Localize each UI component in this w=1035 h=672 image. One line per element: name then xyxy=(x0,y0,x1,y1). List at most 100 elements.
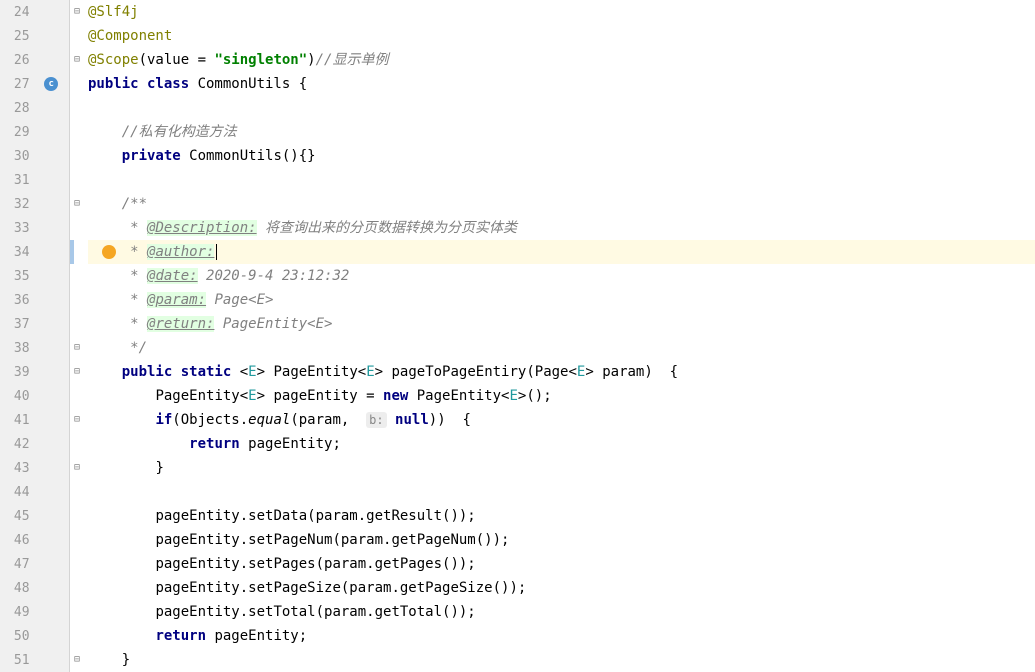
gutter-row[interactable]: 49 xyxy=(0,600,69,624)
code-line[interactable]: pageEntity.setPageNum(param.getPageNum()… xyxy=(88,528,1035,552)
code-line[interactable] xyxy=(88,168,1035,192)
gutter-row[interactable]: 44 xyxy=(0,480,69,504)
gutter: 24252627c28 29 30 31 32 3334353637 38 394041 42 4… xyxy=(0,0,70,672)
token-plain: >(); xyxy=(518,388,552,404)
gutter-row[interactable]: 43 xyxy=(0,456,69,480)
token-plain: > pageEntity = xyxy=(257,388,383,404)
fold-collapse-icon[interactable]: ⊟ xyxy=(72,655,82,665)
modified-marker xyxy=(70,240,74,264)
token-doc-comment: * xyxy=(122,268,147,284)
gutter-row[interactable]: 50 xyxy=(0,624,69,648)
token-plain: } xyxy=(155,460,163,476)
editor-area[interactable]: ⊟@Slf4j@Component⊟@Scope(value = "single… xyxy=(70,0,1035,672)
gutter-row[interactable]: 26 xyxy=(0,48,69,72)
token-doc-comment: 2020-9-4 23:12:32 xyxy=(198,268,350,284)
token-type-param: E xyxy=(248,388,256,404)
line-number: 42 xyxy=(0,437,34,452)
gutter-row[interactable]: 46 xyxy=(0,528,69,552)
gutter-row[interactable]: 47 xyxy=(0,552,69,576)
line-number: 46 xyxy=(0,533,34,548)
gutter-row[interactable]: 45 xyxy=(0,504,69,528)
code-line[interactable]: * @return: PageEntity<E> xyxy=(88,312,1035,336)
intention-bulb-icon[interactable] xyxy=(102,245,116,259)
gutter-row[interactable]: 48 xyxy=(0,576,69,600)
code-line[interactable]: PageEntity<E> pageEntity = new PageEntit… xyxy=(88,384,1035,408)
code-line[interactable]: @Component xyxy=(88,24,1035,48)
code-line[interactable]: ⊟ /** xyxy=(88,192,1035,216)
fold-collapse-icon[interactable]: ⊟ xyxy=(72,415,82,425)
code-line[interactable]: pageEntity.setData(param.getResult()); xyxy=(88,504,1035,528)
gutter-row[interactable]: 39 xyxy=(0,360,69,384)
fold-collapse-icon[interactable]: ⊟ xyxy=(72,7,82,17)
code-line[interactable] xyxy=(88,480,1035,504)
token-kw: if xyxy=(155,412,172,428)
token-doc-comment: /** xyxy=(122,196,147,212)
code-line[interactable]: ⊟ } xyxy=(88,648,1035,672)
fold-collapse-icon[interactable]: ⊟ xyxy=(72,55,82,65)
token-type-param: E xyxy=(248,364,256,380)
code-line[interactable]: ⊟@Slf4j xyxy=(88,0,1035,24)
code-line[interactable]: pageEntity.setTotal(param.getTotal()); xyxy=(88,600,1035,624)
token-plain: > PageEntity< xyxy=(257,364,367,380)
class-gutter-icon[interactable]: c xyxy=(44,77,58,91)
token-plain: > pageToPageEntiry(Page< xyxy=(375,364,577,380)
gutter-row[interactable]: 31 xyxy=(0,168,69,192)
token-doc-tag: @Description: xyxy=(147,220,257,236)
code-line[interactable]: ⊟ public static <E> PageEntity<E> pageTo… xyxy=(88,360,1035,384)
fold-collapse-icon[interactable]: ⊟ xyxy=(72,463,82,473)
token-plain: > param) { xyxy=(585,364,678,380)
gutter-row[interactable]: 33 xyxy=(0,216,69,240)
line-number: 43 xyxy=(0,461,34,476)
gutter-row[interactable]: 30 xyxy=(0,144,69,168)
token-doc-tag: @date: xyxy=(147,268,198,284)
code-line[interactable]: * @Description: 将查询出来的分页数据转换为分页实体类 xyxy=(88,216,1035,240)
code-line[interactable]: * @date: 2020-9-4 23:12:32 xyxy=(88,264,1035,288)
gutter-row[interactable]: 36 xyxy=(0,288,69,312)
code-line[interactable]: //私有化构造方法 xyxy=(88,120,1035,144)
code-line[interactable]: ⊟ } xyxy=(88,456,1035,480)
code-line[interactable]: * @author: xyxy=(88,240,1035,264)
token-kw: public class xyxy=(88,76,198,92)
code-line[interactable]: ⊟ if(Objects.equal(param, b: null)) { xyxy=(88,408,1035,432)
fold-collapse-icon[interactable]: ⊟ xyxy=(72,343,82,353)
line-number: 31 xyxy=(0,173,34,188)
gutter-row[interactable]: 27c xyxy=(0,72,69,96)
fold-collapse-icon[interactable]: ⊟ xyxy=(72,367,82,377)
code-line[interactable]: ⊟ */ xyxy=(88,336,1035,360)
line-number: 29 xyxy=(0,125,34,140)
gutter-row[interactable]: 51 xyxy=(0,648,69,672)
line-number: 45 xyxy=(0,509,34,524)
token-doc-comment: 将查询出来的分页数据转换为分页实体类 xyxy=(257,220,517,236)
code-line[interactable]: private CommonUtils(){} xyxy=(88,144,1035,168)
gutter-row[interactable]: 34 xyxy=(0,240,69,264)
line-number: 38 xyxy=(0,341,34,356)
token-doc-comment: * xyxy=(122,220,147,236)
gutter-row[interactable]: 25 xyxy=(0,24,69,48)
gutter-row[interactable]: 32 xyxy=(0,192,69,216)
fold-collapse-icon[interactable]: ⊟ xyxy=(72,199,82,209)
code-line[interactable]: pageEntity.setPages(param.getPages()); xyxy=(88,552,1035,576)
gutter-row[interactable]: 40 xyxy=(0,384,69,408)
gutter-row[interactable]: 29 xyxy=(0,120,69,144)
gutter-row[interactable]: 24 xyxy=(0,0,69,24)
code-line[interactable]: public class CommonUtils { xyxy=(88,72,1035,96)
gutter-row[interactable]: 37 xyxy=(0,312,69,336)
token-plain: (Objects. xyxy=(172,412,248,428)
gutter-row[interactable]: 41 xyxy=(0,408,69,432)
token-plain: CommonUtils(){} xyxy=(189,148,315,164)
line-number: 48 xyxy=(0,581,34,596)
gutter-row[interactable]: 35 xyxy=(0,264,69,288)
token-plain: PageEntity< xyxy=(155,388,248,404)
code-line[interactable]: * @param: Page<E> xyxy=(88,288,1035,312)
code-line[interactable]: return pageEntity; xyxy=(88,624,1035,648)
code-line[interactable] xyxy=(88,96,1035,120)
line-number: 32 xyxy=(0,197,34,212)
gutter-row[interactable]: 42 xyxy=(0,432,69,456)
gutter-row[interactable]: 28 xyxy=(0,96,69,120)
token-plain: PageEntity< xyxy=(417,388,510,404)
code-line[interactable]: ⊟@Scope(value = "singleton")//显示单例 xyxy=(88,48,1035,72)
token-doc-tag-hl: @author: xyxy=(147,244,214,260)
gutter-row[interactable]: 38 xyxy=(0,336,69,360)
code-line[interactable]: return pageEntity; xyxy=(88,432,1035,456)
code-line[interactable]: pageEntity.setPageSize(param.getPageSize… xyxy=(88,576,1035,600)
